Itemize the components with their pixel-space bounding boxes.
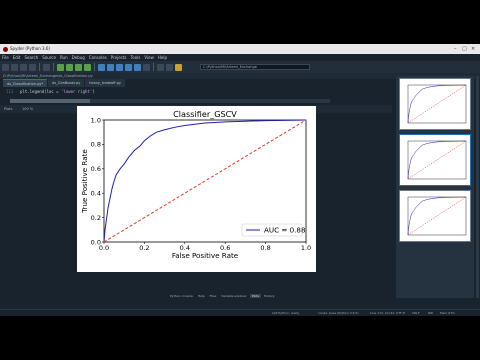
thumbnail-scrollbar[interactable] [476,76,479,298]
editor-tab[interactable]: ds_Classification.py* [3,79,48,87]
save-all-button[interactable] [29,63,36,71]
x-tick-label: 0.2 [139,244,149,252]
run-button[interactable] [57,63,64,71]
open-file-button[interactable] [11,63,18,71]
pane-tab[interactable]: History [262,294,277,298]
menu-item-run[interactable]: Run [60,55,68,60]
menu-item-projects[interactable]: Projects [111,55,127,60]
lsp-status: LSP Python: ready [272,311,300,315]
chart-title: Classifier_GSCV [173,109,237,119]
minimize-icon[interactable]: – [454,44,457,54]
menu-item-file[interactable]: File [2,55,9,60]
title-bar: Spyder (Python 3.6) – □ × [0,44,480,54]
pane-tab[interactable]: Python console [168,294,195,298]
pane-tab[interactable]: Plots [249,294,261,298]
menu-item-tools[interactable]: Tools [131,55,141,60]
thumbnail-chart [407,140,467,180]
pane-tab[interactable]: Help [196,294,207,298]
pane-tabs: Python console Help Files Variable explorer… [168,294,278,298]
toolbar-divider [153,63,154,71]
cursor-position: Line 113, Col 42 [370,311,395,315]
spyder-logo-icon [3,46,8,52]
code-string: 'lower right' [60,89,93,94]
x-tick-label: 0.8 [260,244,270,252]
menu-item-help[interactable]: Help [158,55,167,60]
window-title: Spyder (Python 3.6) [10,46,50,51]
zoom-level[interactable]: 100 % [22,105,33,113]
plot-thumbnail-1[interactable] [399,78,471,130]
memory-status: Mem 63% [440,311,455,315]
conda-status: conda: base (Python 3.6.5) [318,311,359,315]
menu-item-consoles[interactable]: Consoles [89,55,107,60]
menu-item-debug[interactable]: Debug [72,55,85,60]
y-tick-label: 0.0 [91,238,101,246]
code-line: plt.legend(loc = 'lower right') [20,89,95,94]
editor-tab[interactable]: ds_GlmBoost.py [48,79,85,87]
roc-figure: 0.0 0.2 0.4 0.6 0.8 1.0 0.0 0.2 0.4 0.6 0.8 1.0 Clas… [77,106,316,272]
toolbar-divider [39,63,40,71]
working-directory-input[interactable]: C:\Python\Ml\Artemi_Exchange [200,64,310,70]
toolbar-divider [94,63,95,71]
run-cell-button[interactable] [66,63,73,71]
legend-label: AUC = 0.88 [264,226,306,235]
save-button[interactable] [20,63,27,71]
python-path-button[interactable] [166,63,173,71]
pane-tab[interactable]: Files [208,294,219,298]
stop-debug-button[interactable] [143,63,150,71]
menu-item-view[interactable]: View [144,55,154,60]
editor-tab[interactable]: heavy_tradeoff.py [85,79,125,87]
thumbnail-chart [407,196,467,236]
menu-item-source[interactable]: Source [42,55,56,60]
menu-item-search[interactable]: Search [24,55,38,60]
folder-icon[interactable] [175,63,182,71]
y-tick-label: 0.4 [91,189,101,197]
new-file-button[interactable] [2,63,9,71]
run-selection-button[interactable] [84,63,91,71]
toolbar-divider [53,63,54,71]
step-into-button[interactable] [116,63,123,71]
plot-thumbnail-2[interactable] [399,134,471,186]
status-bar: LSP Python: ready conda: base (Python 3.… [0,309,480,316]
step-button[interactable] [107,63,114,71]
close-icon[interactable]: × [471,44,475,54]
menu-item-edit[interactable]: Edit [13,55,21,60]
y-tick-label: 0.8 [91,141,101,149]
maximize-pane-button[interactable] [157,63,164,71]
x-axis-label: False Positive Rate [172,251,239,260]
debug-button[interactable] [98,63,105,71]
plot-thumbnails [396,76,474,298]
roc-chart: 0.0 0.2 0.4 0.6 0.8 1.00.00.20.40.60.81.0Clas… [80,109,311,260]
run-cell-advance-button[interactable] [75,63,82,71]
editor-scrollbar-thumb[interactable] [10,99,90,103]
continue-button[interactable] [134,63,141,71]
rw-status: RW [428,311,433,315]
encoding-status: UTF-8 [396,311,405,315]
pane-tab[interactable]: Variable explorer [219,294,249,298]
thumbnail-chart [407,84,467,124]
eol-status: CRLF [412,311,420,315]
menu-bar: File Edit Search Source Run Debug Consoles Proj… [0,54,480,61]
step-return-button[interactable] [125,63,132,71]
y-axis-label: True Positive Rate [80,149,89,214]
code-text-end: ) [92,89,95,94]
maximize-icon[interactable]: □ [462,44,467,54]
plot-thumbnail-3[interactable] [399,190,471,242]
y-tick-label: 0.2 [91,214,101,222]
plots-header: Plots [4,107,13,111]
y-tick-label: 0.6 [91,165,101,173]
y-tick-label: 1.0 [91,116,101,124]
code-text: plt.legend(loc = [20,89,61,94]
x-tick-label: 1.0 [301,244,311,252]
line-number: 113 [6,89,14,94]
preferences-button[interactable] [43,63,50,71]
